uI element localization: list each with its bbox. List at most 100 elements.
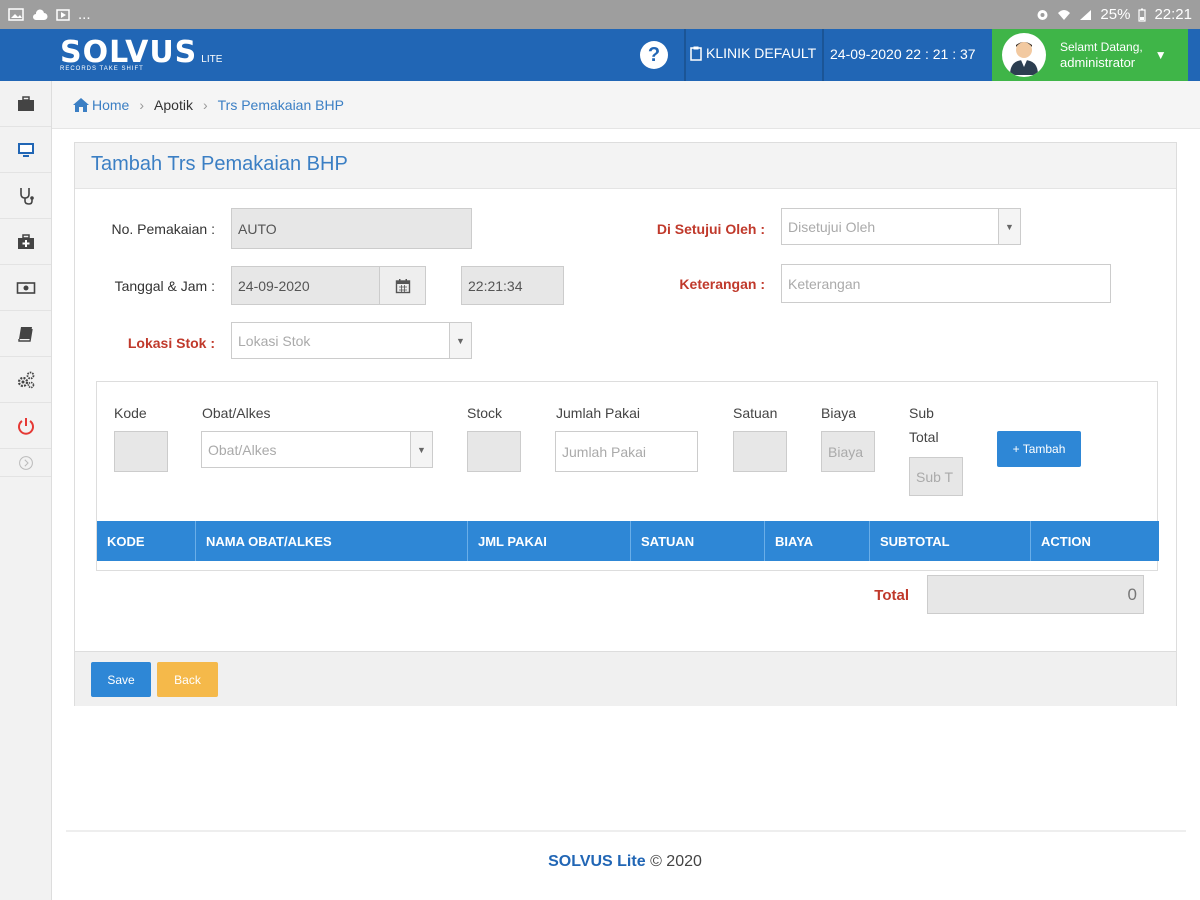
kode-label: Kode — [114, 405, 147, 421]
clipboard-icon — [690, 46, 702, 61]
breadcrumb: Home › Apotik › Trs Pemakaian BHP — [52, 81, 1200, 129]
sidebar-item-briefcase[interactable] — [0, 81, 51, 127]
column-header[interactable]: KODE — [97, 521, 196, 561]
sidebar-item-stethoscope[interactable] — [0, 173, 51, 219]
header-datetime: 24-09-2020 22 : 21 : 37 — [830, 46, 976, 62]
footer-copyright: © 2020 — [650, 853, 702, 870]
username-text: administrator — [1060, 55, 1136, 70]
footer-divider — [66, 830, 1186, 832]
stethoscope-icon — [19, 187, 34, 205]
lokasi-stok-placeholder: Lokasi Stok — [238, 332, 311, 349]
calendar-icon — [395, 278, 410, 293]
help-icon[interactable]: ? — [640, 41, 668, 69]
sidebar-item-book[interactable] — [0, 311, 51, 357]
items-section: Kode Obat/Alkes Obat/Alkes ▼ Stock Jumla… — [96, 381, 1159, 571]
form-panel: Tambah Trs Pemakaian BHP No. Pemakaian :… — [74, 142, 1177, 706]
monitor-icon — [17, 142, 34, 157]
no-pemakaian-label: No. Pemakaian : — [111, 221, 216, 237]
brand-logo[interactable]: SOLVUS LITE RECORDS TAKE SHIFT — [60, 35, 222, 72]
stock-field[interactable] — [467, 431, 521, 472]
sidebar-item-money[interactable] — [0, 265, 51, 311]
alarm-icon — [1037, 10, 1048, 20]
tanggal-label: Tanggal & Jam : — [114, 278, 215, 294]
clinic-name: KLINIK DEFAULT — [706, 45, 817, 61]
form-actions: Save Back — [75, 651, 1176, 706]
caret-down-icon: ▼ — [1154, 48, 1167, 62]
lokasi-stok-label: Lokasi Stok : — [127, 335, 215, 351]
chevron-right-icon: › — [139, 96, 145, 113]
back-button[interactable]: Back — [157, 662, 218, 697]
app-header: SOLVUS LITE RECORDS TAKE SHIFT ? KLINIK D… — [0, 29, 1200, 81]
home-icon[interactable] — [72, 97, 90, 113]
kode-field[interactable] — [114, 431, 168, 472]
expand-icon — [18, 455, 33, 470]
status-ellipsis: ... — [78, 6, 91, 23]
subtotal-label-line2: Total — [909, 429, 939, 445]
header-divider — [684, 29, 686, 81]
lokasi-stok-select[interactable]: Lokasi Stok ▼ — [231, 322, 472, 359]
footer-brand[interactable]: SOLVUS Lite — [548, 853, 646, 870]
obat-label: Obat/Alkes — [202, 405, 271, 421]
sidebar-item-monitor[interactable] — [0, 127, 51, 173]
keterangan-input[interactable]: Keterangan — [781, 264, 1111, 303]
save-button[interactable]: Save — [91, 662, 151, 697]
header-divider — [822, 29, 824, 81]
tambah-button[interactable]: + Tambah — [997, 431, 1081, 467]
biaya-label: Biaya — [821, 405, 857, 421]
disetujui-select[interactable]: Disetujui Oleh ▼ — [781, 208, 1021, 245]
no-pemakaian-field[interactable]: AUTO — [231, 208, 472, 249]
battery-level: 25% — [1100, 6, 1131, 23]
sidebar-item-logout[interactable] — [0, 403, 51, 449]
keterangan-label: Keterangan : — [679, 276, 765, 292]
breadcrumb-current: Trs Pemakaian BHP — [217, 96, 344, 113]
subtotal-label-line1: Sub — [909, 405, 934, 421]
satuan-label: Satuan — [733, 405, 778, 421]
total-field[interactable]: 0 — [927, 575, 1144, 614]
stock-label: Stock — [467, 405, 503, 421]
cloud-icon — [33, 8, 48, 20]
avatar — [1002, 33, 1046, 77]
brand-name: SOLVUS — [60, 35, 198, 70]
image-icon — [8, 8, 24, 21]
column-header[interactable]: SATUAN — [631, 521, 765, 561]
caret-down-icon: ▼ — [998, 209, 1020, 244]
clinic-selector[interactable]: KLINIK DEFAULT — [690, 45, 816, 61]
column-header[interactable]: NAMA OBAT/ALKES — [196, 521, 468, 561]
column-header[interactable]: ACTION — [1031, 521, 1159, 561]
page-footer: SOLVUS Lite © 2020 — [0, 853, 1200, 871]
column-header[interactable]: SUBTOTAL — [870, 521, 1031, 561]
media-icon — [56, 8, 70, 21]
wifi-icon — [1058, 9, 1071, 20]
disetujui-placeholder: Disetujui Oleh — [788, 218, 876, 235]
page-title: Tambah Trs Pemakaian BHP — [75, 143, 1176, 189]
calendar-button[interactable] — [379, 267, 425, 304]
sidebar-item-medkit[interactable] — [0, 219, 51, 265]
breadcrumb-section[interactable]: Apotik — [154, 97, 193, 113]
sidebar — [0, 81, 52, 900]
obat-select[interactable]: Obat/Alkes ▼ — [201, 431, 433, 468]
column-header[interactable]: BIAYA — [765, 521, 870, 561]
medkit-icon — [17, 233, 34, 249]
status-bar: ... 25% 22:21 — [0, 0, 1200, 29]
tanggal-value: 24-09-2020 — [238, 277, 310, 294]
biaya-field[interactable]: Biaya — [821, 431, 875, 472]
sidebar-item-settings[interactable] — [0, 357, 51, 403]
obat-placeholder: Obat/Alkes — [208, 441, 277, 458]
total-label: Total — [874, 587, 909, 604]
cogs-icon — [17, 371, 34, 388]
tanggal-field[interactable]: 24-09-2020 — [231, 266, 426, 305]
jam-field[interactable]: 22:21:34 — [461, 266, 564, 305]
satuan-field[interactable] — [733, 431, 787, 472]
jumlah-input[interactable]: Jumlah Pakai — [555, 431, 698, 472]
sidebar-item-expand[interactable] — [0, 449, 51, 477]
chevron-right-icon: › — [202, 96, 208, 113]
user-menu[interactable]: Selamt Datang, administrator ▼ — [992, 29, 1188, 81]
caret-down-icon: ▼ — [449, 323, 471, 358]
briefcase-icon — [17, 95, 34, 111]
breadcrumb-home[interactable]: Home — [92, 97, 129, 113]
battery-icon — [1138, 8, 1147, 22]
brand-suffix: LITE — [201, 54, 223, 65]
subtotal-field[interactable]: Sub T — [909, 457, 963, 496]
greeting-text: Selamt Datang, — [1060, 40, 1143, 54]
column-header[interactable]: JML PAKAI — [468, 521, 631, 561]
